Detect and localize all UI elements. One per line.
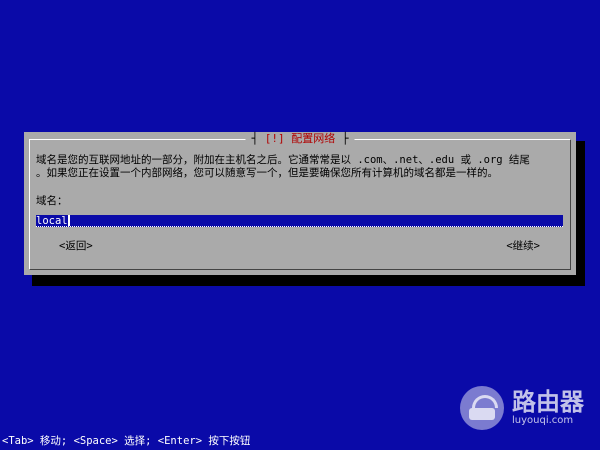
configure-network-dialog: ┤ [!] 配置网络 ├ 域名是您的互联网地址的一部分，附加在主机名之后。它通常…: [24, 132, 576, 275]
status-bar: <Tab> 移动; <Space> 选择; <Enter> 按下按钮: [2, 435, 251, 447]
dialog-title-text: [!] 配置网络: [264, 132, 336, 145]
description-line-1: 域名是您的互联网地址的一部分，附加在主机名之后。它通常常是以 .com、.net…: [36, 154, 530, 166]
continue-button[interactable]: <继续>: [506, 238, 540, 253]
domain-input[interactable]: local: [36, 215, 563, 227]
watermark-url: luyouqi.com: [512, 415, 574, 426]
domain-input-value: local: [36, 215, 68, 227]
dialog-description: 域名是您的互联网地址的一部分，附加在主机名之后。它通常常是以 .com、.net…: [36, 154, 566, 180]
text-cursor: [67, 215, 70, 226]
watermark-text: 路由器 luyouqi.com: [512, 389, 584, 427]
back-button[interactable]: <返回>: [59, 238, 93, 253]
watermark: 路由器 luyouqi.com: [460, 386, 584, 430]
router-logo-icon: [460, 386, 504, 430]
description-line-2: 。如果您正在设置一个内部网络，您可以随意写一个，但是要确保您所有计算机的域名都是…: [36, 167, 498, 179]
dialog-title: ┤ [!] 配置网络 ├: [245, 132, 355, 146]
watermark-name: 路由器: [512, 388, 584, 416]
domain-field-label: 域名：: [36, 195, 68, 207]
